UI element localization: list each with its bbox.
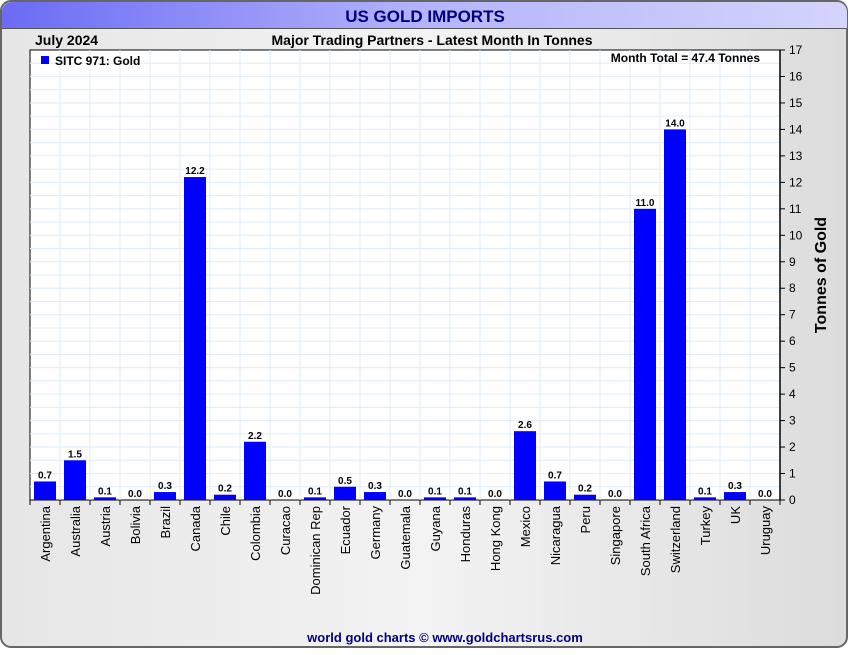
x-tick-label: Austria [98,505,113,546]
y-tick-label: 14 [789,122,803,136]
data-label: 0.3 [368,481,382,492]
x-tick-label: Colombia [248,505,263,561]
bar-ecuador [334,486,356,500]
bar-nicaragua [544,481,566,500]
y-tick-label: 10 [789,228,803,242]
chart-title: US GOLD IMPORTS [345,7,505,26]
bar-peru [574,494,596,500]
bar-chile [214,494,236,500]
data-label: 2.6 [518,420,532,431]
x-tick-label: Australia [68,505,83,556]
x-tick-label: Mexico [518,506,533,547]
x-tick-label: Singapore [608,506,623,565]
x-tick-label: Honduras [458,506,473,563]
data-label: 0.0 [758,489,772,500]
y-tick-label: 6 [789,334,796,348]
x-tick-label: Uruguay [758,506,773,556]
x-tick-label: Switzerland [668,506,683,573]
y-tick-label: 5 [789,361,796,375]
chart: US GOLD IMPORTS July 2024 Major Trading … [0,0,848,648]
data-label: 0.0 [608,489,622,500]
x-tick-label: Bolivia [128,505,143,544]
bar-dominican-rep [304,497,326,500]
data-label: 0.7 [38,470,52,481]
x-tick-label: Chile [218,506,233,536]
x-tick-label: Peru [578,506,593,533]
x-tick-label: Dominican Rep [308,506,323,595]
x-tick-label: Guatemala [398,505,413,569]
y-tick-label: 11 [789,202,802,216]
y-tick-label: 1 [789,467,796,481]
x-tick-label: Ecuador [338,505,353,554]
x-tick-label: Brazil [158,506,173,539]
data-label: 0.5 [338,476,352,487]
bar-germany [364,492,386,500]
data-label: 0.0 [278,489,292,500]
x-tick-label: Nicaragua [548,505,563,565]
data-label: 0.1 [428,486,442,497]
data-label: 1.5 [68,449,82,460]
footer-credit: world gold charts © www.goldchartsrus.co… [306,630,583,645]
bar-turkey [694,497,716,500]
y-tick-label: 12 [789,175,803,189]
bar-uk [724,492,746,500]
y-axis-label: Tonnes of Gold [813,217,830,333]
data-label: 0.1 [308,486,322,497]
data-label: 0.1 [98,486,112,497]
data-label: 0.7 [548,470,562,481]
bar-colombia [244,441,266,500]
bar-argentina [34,481,56,500]
legend-label: SITC 971: Gold [55,54,140,68]
x-tick-label: Guyana [428,505,443,551]
x-tick-label: Hong Kong [488,506,503,571]
y-tick-label: 0 [789,493,796,507]
month-total-annotation: Month Total = 47.4 Tonnes [611,51,761,65]
bar-mexico [514,431,536,500]
y-tick-label: 15 [789,96,803,110]
data-label: 2.2 [248,431,262,442]
data-label: 0.0 [128,489,142,500]
y-tick-label: 8 [789,281,796,295]
bar-south-africa [634,208,656,500]
period-label: July 2024 [35,32,98,48]
y-tick-label: 2 [789,440,796,454]
y-tick-label: 9 [789,255,796,269]
data-label: 0.1 [458,486,472,497]
legend-swatch [41,56,49,64]
data-label: 14.0 [665,118,685,129]
data-label: 0.2 [218,484,232,495]
y-tick-label: 13 [789,149,803,163]
data-label: 12.2 [185,166,205,177]
y-tick-label: 17 [789,43,803,57]
data-label: 0.3 [158,481,172,492]
chart-subtitle: Major Trading Partners - Latest Month In… [272,32,593,48]
data-label: 0.0 [398,489,412,500]
x-tick-label: Turkey [698,506,713,546]
x-tick-label: UK [728,506,743,524]
x-tick-label: Germany [368,506,383,560]
bar-brazil [154,492,176,500]
bar-honduras [454,497,476,500]
data-label: 0.1 [698,486,712,497]
data-label: 0.0 [488,489,502,500]
data-label: 0.2 [578,484,592,495]
y-tick-label: 7 [789,308,796,322]
bar-canada [184,177,206,500]
data-label: 11.0 [636,198,655,209]
bar-switzerland [664,129,686,501]
bar-guyana [424,497,446,500]
x-tick-label: South Africa [638,505,653,576]
y-tick-label: 4 [789,387,796,401]
data-label: 0.3 [728,481,742,492]
x-tick-label: Curacao [278,506,293,555]
y-tick-label: 3 [789,414,796,428]
y-tick-label: 16 [789,69,803,83]
x-tick-label: Argentina [38,505,53,561]
x-tick-label: Canada [188,505,203,551]
bar-austria [94,497,116,500]
bar-australia [64,460,86,500]
